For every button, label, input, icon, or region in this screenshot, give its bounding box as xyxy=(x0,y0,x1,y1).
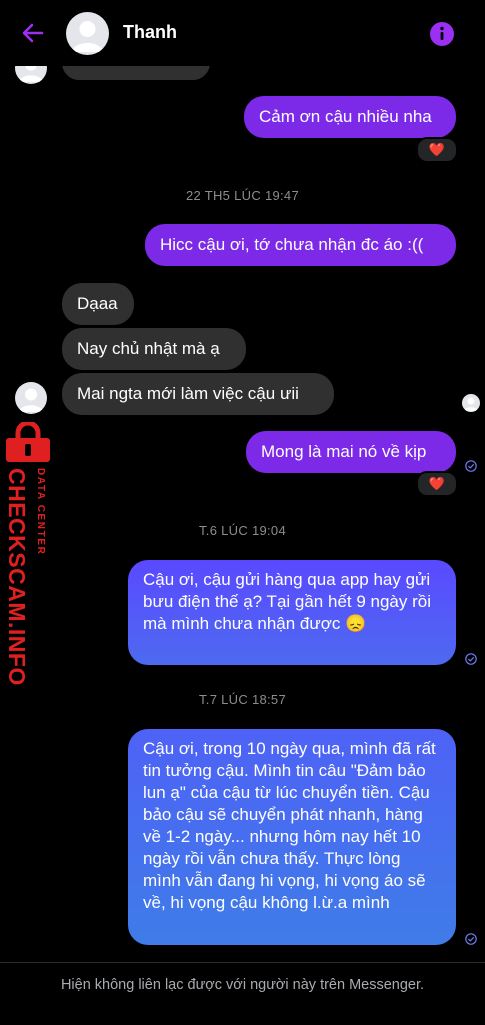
message-bubble-outgoing[interactable]: Mong là mai nó về kịp xyxy=(246,431,456,473)
reaction-badge[interactable]: ❤️ xyxy=(416,137,458,163)
message-text: Dạaa xyxy=(77,294,118,313)
message-text: Mong là mai nó về kịp xyxy=(261,442,427,461)
seen-check-icon xyxy=(465,933,477,945)
watermark-tagline: DATA CENTER xyxy=(35,468,46,556)
message-bubble-incoming[interactable]: Mai ngta mới làm việc cậu ưii xyxy=(62,373,334,415)
checkscam-watermark: CHECKSCAM.INFO DATA CENTER xyxy=(2,422,54,686)
message-text: Nay chủ nhật mà ạ xyxy=(77,339,220,358)
message-text: Cảm ơn cậu nhiều nha xyxy=(259,107,432,126)
message-text: Cậu ơi, cậu gửi hàng qua app hay gửi bưu… xyxy=(143,570,431,633)
message-text: Hicc cậu ơi, tớ chưa nhận đc áo :(( xyxy=(160,235,424,254)
seen-check-icon xyxy=(465,653,477,665)
timestamp: T.7 LÚC 18:57 xyxy=(198,692,286,707)
unavailable-notice-text: Hiện không liên lạc được với người này t… xyxy=(60,977,425,993)
composer-disabled-notice: Hiện không liên lạc được với người này t… xyxy=(0,962,485,1025)
heart-icon: ❤️ xyxy=(428,142,446,157)
contact-name[interactable]: Thanh xyxy=(123,22,177,43)
message-bubble-outgoing[interactable]: Cậu ơi, trong 10 ngày qua, mình đã rất t… xyxy=(128,729,456,945)
timestamp: T.6 LÚC 19:04 xyxy=(198,523,286,538)
message-bubble-outgoing[interactable]: Hicc cậu ơi, tớ chưa nhận đc áo :(( xyxy=(145,224,456,266)
reaction-badge[interactable]: ❤️ xyxy=(416,471,458,497)
message-bubble-incoming[interactable]: Nay chủ nhật mà ạ xyxy=(62,328,246,370)
heart-icon: ❤️ xyxy=(428,476,446,491)
contact-avatar[interactable] xyxy=(66,12,109,55)
message-bubble-outgoing[interactable]: Cảm ơn cậu nhiều nha xyxy=(244,96,456,138)
chat-header: Thanh xyxy=(0,0,485,66)
message-text: Mai ngta mới làm việc cậu ưii xyxy=(77,384,299,403)
watermark-brand: CHECKSCAM.INFO xyxy=(4,468,30,686)
timestamp: 22 TH5 LÚC 19:47 xyxy=(186,188,299,203)
padlock-icon xyxy=(6,422,50,462)
message-bubble-outgoing[interactable]: Cậu ơi, cậu gửi hàng qua app hay gửi bưu… xyxy=(128,560,456,665)
back-arrow-icon[interactable] xyxy=(20,20,46,46)
contact-avatar-small xyxy=(15,382,47,414)
info-icon[interactable] xyxy=(430,22,454,46)
seen-check-icon xyxy=(465,460,477,472)
message-bubble-incoming[interactable]: Dạaa xyxy=(62,283,134,325)
message-text: Cậu ơi, trong 10 ngày qua, mình đã rất t… xyxy=(143,739,436,912)
read-receipt-avatar xyxy=(462,394,480,412)
